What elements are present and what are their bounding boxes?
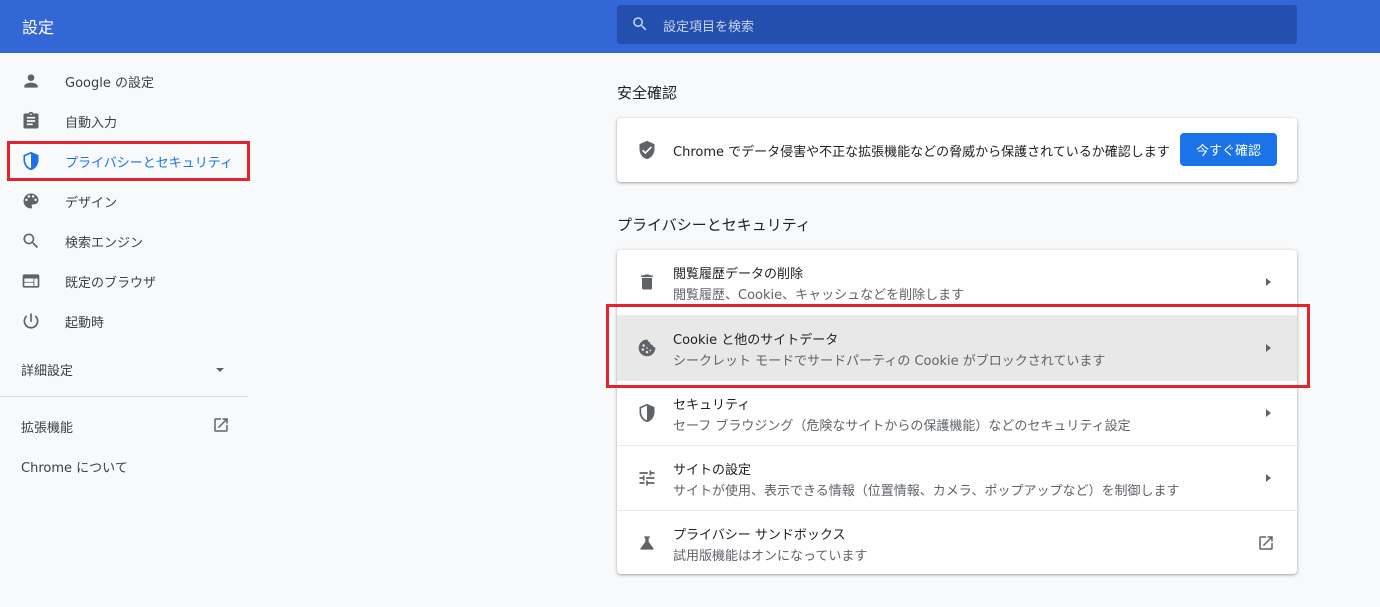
sidebar-item-google[interactable]: Google の設定 bbox=[0, 60, 248, 100]
search-icon bbox=[21, 231, 41, 251]
privacy-card: 閲覧履歴データの削除 閲覧履歴、Cookie、キャッシュなどを削除します Coo… bbox=[617, 250, 1297, 574]
sidebar-item-startup[interactable]: 起動時 bbox=[0, 300, 248, 340]
power-icon bbox=[21, 311, 41, 331]
advanced-settings-toggle[interactable]: 詳細設定 bbox=[0, 348, 248, 388]
safety-check-heading: 安全確認 bbox=[617, 84, 678, 102]
flask-icon bbox=[637, 533, 657, 553]
row-subtitle: 試用版機能はオンになっています bbox=[673, 549, 868, 564]
privacy-sandbox-row[interactable]: プライバシー サンドボックス 試用版機能はオンになっています bbox=[617, 510, 1297, 575]
sidebar-item-label: Google の設定 bbox=[65, 76, 154, 91]
search-placeholder: 設定項目を検索 bbox=[663, 20, 755, 35]
clipboard-icon bbox=[21, 111, 41, 131]
sidebar-item-label: 既定のブラウザ bbox=[65, 276, 157, 291]
sidebar-item-label: 拡張機能 bbox=[21, 421, 74, 436]
open-in-new-icon bbox=[1257, 534, 1275, 552]
sidebar-item-autofill[interactable]: 自動入力 bbox=[0, 100, 248, 140]
safety-check-card: Chrome でデータ侵害や不正な拡張機能などの脅威から保護されているか確認しま… bbox=[617, 118, 1297, 182]
safety-check-text: Chrome でデータ侵害や不正な拡張機能などの脅威から保護されているか確認しま… bbox=[673, 145, 1170, 160]
tune-icon bbox=[637, 468, 657, 488]
sidebar-item-label: 自動入力 bbox=[65, 116, 118, 131]
arrow-right-icon bbox=[1263, 473, 1273, 483]
shield-icon bbox=[637, 403, 657, 423]
row-title: 閲覧履歴データの削除 bbox=[673, 267, 804, 282]
search-icon bbox=[631, 15, 649, 33]
highlight-box-sidebar bbox=[7, 141, 250, 181]
row-subtitle: セーフ ブラウジング（危険なサイトからの保護機能）などのセキュリティ設定 bbox=[673, 419, 1131, 434]
sidebar-item-default-browser[interactable]: 既定のブラウザ bbox=[0, 260, 248, 300]
sidebar-item-label: 起動時 bbox=[65, 316, 105, 331]
sidebar-item-label: デザイン bbox=[65, 196, 118, 211]
privacy-heading: プライバシーとセキュリティ bbox=[617, 216, 811, 234]
trash-icon bbox=[637, 272, 657, 292]
top-bar: 設定 設定項目を検索 bbox=[0, 0, 1380, 53]
sidebar-item-extensions[interactable]: 拡張機能 bbox=[0, 405, 248, 445]
sidebar-divider bbox=[0, 396, 248, 397]
check-now-button[interactable]: 今すぐ確認 bbox=[1180, 133, 1277, 166]
arrow-right-icon bbox=[1263, 277, 1273, 287]
row-title: サイトの設定 bbox=[673, 463, 752, 478]
security-row[interactable]: セキュリティ セーフ ブラウジング（危険なサイトからの保護機能）などのセキュリテ… bbox=[617, 380, 1297, 445]
row-title: プライバシー サンドボックス bbox=[673, 528, 846, 543]
row-subtitle: サイトが使用、表示できる情報（位置情報、カメラ、ポップアップなど）を制御します bbox=[673, 484, 1180, 499]
sidebar-item-label: Chrome について bbox=[21, 461, 128, 476]
row-subtitle: 閲覧履歴、Cookie、キャッシュなどを削除します bbox=[673, 288, 965, 303]
sidebar-item-label: 検索エンジン bbox=[65, 236, 144, 251]
caret-down-icon bbox=[214, 364, 226, 376]
browser-icon bbox=[21, 271, 41, 291]
person-icon bbox=[21, 71, 41, 91]
page-title: 設定 bbox=[22, 18, 55, 37]
shield-icon bbox=[637, 140, 657, 160]
highlight-box-cookies bbox=[606, 304, 1310, 388]
site-settings-row[interactable]: サイトの設定 サイトが使用、表示できる情報（位置情報、カメラ、ポップアップなど）… bbox=[617, 445, 1297, 510]
sidebar-item-search-engine[interactable]: 検索エンジン bbox=[0, 220, 248, 260]
row-title: セキュリティ bbox=[673, 398, 751, 413]
search-input[interactable]: 設定項目を検索 bbox=[617, 5, 1297, 44]
sidebar-item-design[interactable]: デザイン bbox=[0, 180, 248, 220]
palette-icon bbox=[21, 191, 41, 211]
arrow-right-icon bbox=[1263, 408, 1273, 418]
sidebar-item-about[interactable]: Chrome について bbox=[0, 453, 248, 477]
advanced-settings-label: 詳細設定 bbox=[21, 364, 74, 379]
open-in-new-icon bbox=[212, 416, 230, 434]
